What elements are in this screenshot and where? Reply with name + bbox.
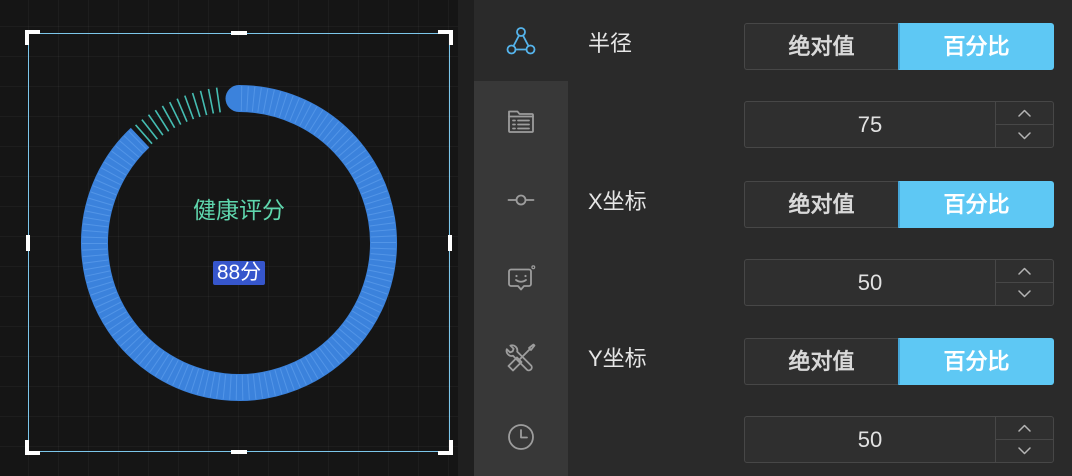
selection-box[interactable] <box>25 30 453 455</box>
resize-handle-top-left[interactable] <box>25 30 40 45</box>
chevron-down-icon <box>1018 132 1031 140</box>
x-value-input[interactable] <box>745 260 995 305</box>
tools-icon <box>505 343 536 371</box>
property-tabs-sidebar <box>474 0 568 476</box>
panel-splitter[interactable] <box>458 0 474 476</box>
y-unit-toggle: 绝对值 百分比 <box>744 338 1054 385</box>
resize-handle-bottom[interactable] <box>231 450 247 454</box>
y-number-stepper <box>744 416 1054 463</box>
x-unit-toggle: 绝对值 百分比 <box>744 181 1054 228</box>
radius-value-input[interactable] <box>745 102 995 147</box>
x-stepper-controls <box>995 260 1053 305</box>
resize-handle-bottom-left[interactable] <box>25 440 40 455</box>
radius-label: 半径 <box>588 31 633 56</box>
radius-unit-toggle: 绝对值 百分比 <box>744 23 1054 70</box>
x-decrement-button[interactable] <box>996 283 1053 305</box>
resize-handle-right[interactable] <box>448 234 452 251</box>
y-increment-button[interactable] <box>996 417 1053 440</box>
clock-icon <box>508 423 534 450</box>
chevron-down-icon <box>1018 290 1031 298</box>
chevron-up-icon <box>1018 109 1031 117</box>
design-canvas[interactable]: 健康评分 88分 <box>0 0 458 476</box>
radius-stepper-controls <box>995 102 1053 147</box>
radius-number-stepper <box>744 101 1054 148</box>
commit-icon <box>507 194 535 205</box>
property-row-x: X坐标 绝对值 百分比 <box>568 158 1072 315</box>
editor-window: 健康评分 88分 半径 绝对值 百分比 75 X坐标 绝对值 百分比 50 Y坐… <box>0 0 1072 476</box>
chevron-up-icon <box>1018 267 1031 275</box>
radius-absolute-button[interactable]: 绝对值 <box>744 23 898 70</box>
tab-chat[interactable] <box>474 239 568 318</box>
tab-tools[interactable] <box>474 318 568 397</box>
y-absolute-button[interactable]: 绝对值 <box>744 338 898 385</box>
tab-share-nodes[interactable] <box>474 0 568 81</box>
x-number-stepper <box>744 259 1054 306</box>
properties-panel: 半径 绝对值 百分比 X坐标 绝对值 <box>568 0 1072 476</box>
tab-file-list[interactable] <box>474 81 568 160</box>
chat-smile-icon <box>508 264 536 290</box>
radius-percent-button[interactable]: 百分比 <box>898 23 1054 70</box>
resize-handle-top[interactable] <box>231 31 247 35</box>
resize-handle-bottom-right[interactable] <box>438 440 453 455</box>
y-coordinate-label: Y坐标 <box>588 346 647 371</box>
x-coordinate-label: X坐标 <box>588 189 647 214</box>
y-stepper-controls <box>995 417 1053 462</box>
x-absolute-button[interactable]: 绝对值 <box>744 181 898 228</box>
y-value-input[interactable] <box>745 417 995 462</box>
radius-increment-button[interactable] <box>996 102 1053 125</box>
radius-decrement-button[interactable] <box>996 125 1053 147</box>
y-percent-button[interactable]: 百分比 <box>898 338 1054 385</box>
x-percent-button[interactable]: 百分比 <box>898 181 1054 228</box>
x-increment-button[interactable] <box>996 260 1053 283</box>
y-decrement-button[interactable] <box>996 440 1053 462</box>
resize-handle-left[interactable] <box>26 234 30 251</box>
property-row-radius: 半径 绝对值 百分比 <box>568 0 1072 157</box>
file-list-icon <box>508 110 534 133</box>
resize-handle-top-right[interactable] <box>438 30 453 45</box>
share-nodes-icon <box>506 26 536 54</box>
chevron-down-icon <box>1018 447 1031 455</box>
tab-commit[interactable] <box>474 160 568 239</box>
property-row-y: Y坐标 绝对值 百分比 <box>568 315 1072 472</box>
tab-clock[interactable] <box>474 397 568 476</box>
chevron-up-icon <box>1018 424 1031 432</box>
